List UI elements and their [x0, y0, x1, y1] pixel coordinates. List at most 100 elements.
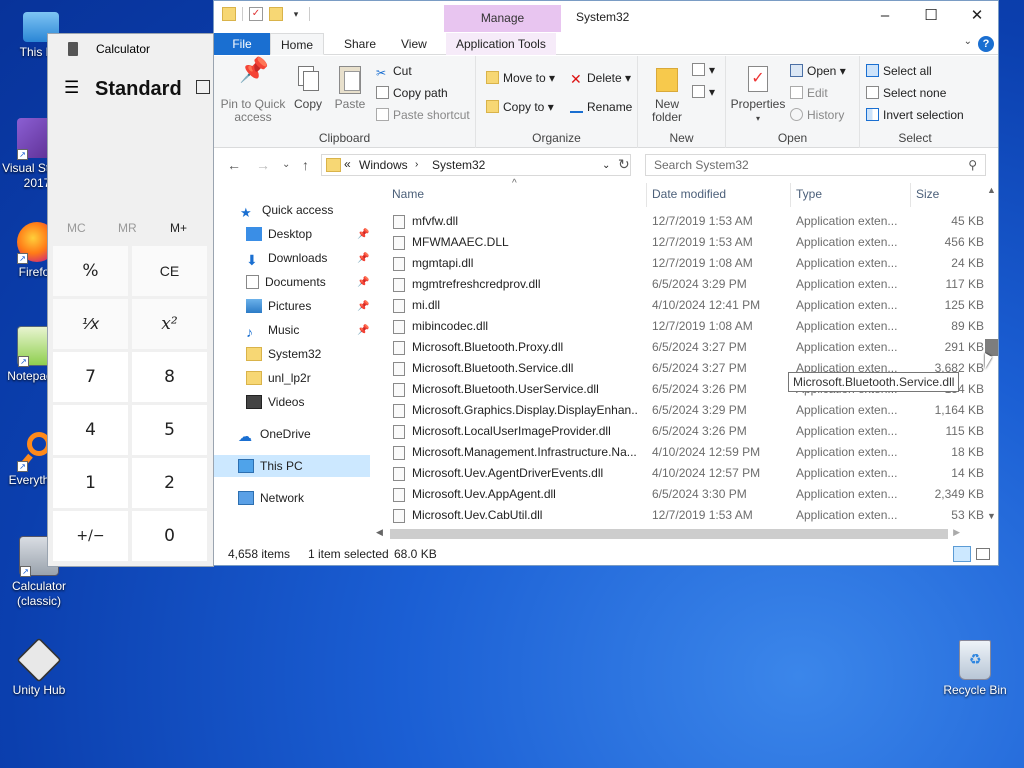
- column-separator[interactable]: [910, 183, 911, 207]
- horizontal-scrollbar[interactable]: ◀ ▶: [376, 527, 984, 541]
- manage-tab-group[interactable]: Manage: [444, 5, 561, 32]
- open-button[interactable]: Open ▾: [790, 63, 846, 79]
- new-folder-icon[interactable]: [269, 7, 283, 21]
- paste-shortcut-button[interactable]: Paste shortcut: [376, 107, 470, 123]
- move-to-button[interactable]: Move to ▾: [486, 70, 555, 86]
- file-row[interactable]: mi.dll 4/10/2024 12:41 PM Application exte…: [388, 295, 984, 316]
- nav-item-onedrive[interactable]: ☁ OneDrive: [238, 423, 311, 445]
- properties-icon[interactable]: ✓: [249, 7, 263, 21]
- details-view-icon[interactable]: [953, 546, 971, 562]
- copy-button[interactable]: Copy: [288, 64, 328, 111]
- file-row[interactable]: Microsoft.Uev.AgentDriverEvents.dll 4/10/…: [388, 463, 984, 484]
- nav-item-downloads[interactable]: ⬇ Downloads: [246, 247, 327, 269]
- history-button[interactable]: History: [790, 107, 844, 123]
- nav-item-unl-lp2r[interactable]: unl_lp2r: [246, 367, 311, 389]
- nav-item-videos[interactable]: Videos: [246, 391, 304, 413]
- address-dropdown-chevron-icon[interactable]: ⌄: [602, 160, 610, 171]
- chevron-down-icon[interactable]: ⌄: [964, 36, 972, 47]
- file-row[interactable]: mgmtapi.dll 12/7/2019 1:08 AM Application …: [388, 253, 984, 274]
- square-key[interactable]: x²: [132, 299, 207, 349]
- pin-icon[interactable]: 📌: [357, 277, 369, 288]
- tab-home[interactable]: Home: [270, 33, 324, 55]
- digit-8-key[interactable]: 8: [132, 352, 207, 402]
- file-row[interactable]: mfvfw.dll 12/7/2019 1:53 AM Application ex…: [388, 211, 984, 232]
- file-row[interactable]: Microsoft.Graphics.Display.DisplayEnhan.…: [388, 400, 984, 421]
- file-row[interactable]: mgmtrefreshcredprov.dll 6/5/2024 3:29 PM A…: [388, 274, 984, 295]
- nav-item-this-pc[interactable]: This PC: [214, 455, 370, 477]
- select-all-button[interactable]: Select all: [866, 63, 932, 79]
- pin-icon[interactable]: 📌: [357, 253, 369, 264]
- column-header-name[interactable]: Name: [392, 187, 424, 201]
- memory-recall-button[interactable]: MR: [118, 221, 137, 235]
- column-header-size[interactable]: Size: [916, 187, 939, 201]
- digit-5-key[interactable]: 5: [132, 405, 207, 455]
- tab-file[interactable]: File: [214, 33, 270, 55]
- file-row[interactable]: Microsoft.Management.Infrastructure.Na..…: [388, 442, 984, 463]
- cut-button[interactable]: ✂ Cut: [376, 63, 412, 80]
- breadcrumb-windows[interactable]: Windows: [359, 158, 408, 172]
- breadcrumb-system32[interactable]: System32: [432, 158, 485, 172]
- recent-locations-chevron-icon[interactable]: ⌄: [282, 159, 290, 170]
- nav-item-quick-access[interactable]: ★ Quick access: [240, 199, 333, 221]
- address-bar[interactable]: « Windows › System32 ⌄ ↻: [321, 154, 631, 176]
- nav-item-music[interactable]: ♪ Music: [246, 319, 299, 341]
- column-separator[interactable]: [646, 183, 647, 207]
- file-row[interactable]: Microsoft.Uev.AppAgent.dll 6/5/2024 3:30 …: [388, 484, 984, 505]
- scroll-left-arrow-icon[interactable]: ◀: [376, 527, 383, 538]
- percent-key[interactable]: %: [53, 246, 128, 296]
- copy-to-button[interactable]: Copy to ▾: [486, 99, 554, 115]
- digit-4-key[interactable]: 4: [53, 405, 128, 455]
- rename-button[interactable]: Rename: [570, 99, 632, 115]
- maximize-button[interactable]: ☐: [908, 1, 954, 31]
- close-button[interactable]: ✕: [954, 1, 1000, 31]
- new-folder-button[interactable]: New folder: [644, 64, 690, 124]
- digit-1-key[interactable]: 1: [53, 458, 128, 508]
- properties-button[interactable]: ✓ Properties ▾: [730, 64, 786, 125]
- select-none-button[interactable]: Select none: [866, 85, 946, 101]
- file-row[interactable]: Microsoft.Bluetooth.Proxy.dll 6/5/2024 3:…: [388, 337, 984, 358]
- help-icon[interactable]: ?: [978, 36, 994, 52]
- nav-item-network[interactable]: Network: [238, 487, 304, 509]
- nav-item-pictures[interactable]: Pictures: [246, 295, 311, 317]
- reciprocal-key[interactable]: ¹⁄x: [53, 299, 128, 349]
- digit-2-key[interactable]: 2: [132, 458, 207, 508]
- negate-key[interactable]: +/−: [53, 511, 128, 561]
- desktop-icon-unity-hub[interactable]: Unity Hub: [2, 637, 76, 698]
- refresh-icon[interactable]: ↻: [618, 156, 630, 173]
- edit-button[interactable]: Edit: [790, 85, 828, 101]
- file-row[interactable]: Microsoft.LocalUserImageProvider.dll 6/5/…: [388, 421, 984, 442]
- desktop-icon-recycle-bin[interactable]: ♻ Recycle Bin: [938, 640, 1012, 698]
- scroll-right-arrow-icon[interactable]: ▶: [953, 527, 960, 538]
- memory-clear-button[interactable]: MC: [67, 221, 86, 235]
- nav-item-desktop[interactable]: Desktop: [246, 223, 312, 245]
- digit-0-key[interactable]: 0: [132, 511, 207, 561]
- tab-view[interactable]: View: [391, 33, 437, 55]
- customize-toolbar-icon[interactable]: ▾: [289, 7, 303, 21]
- new-item-button[interactable]: ▾: [692, 62, 715, 78]
- folder-icon[interactable]: [222, 7, 236, 21]
- delete-button[interactable]: ✕ Delete ▾: [570, 70, 631, 86]
- file-row[interactable]: MFWMAAEC.DLL 12/7/2019 1:53 AM Application…: [388, 232, 984, 253]
- pin-to-quick-access-button[interactable]: 📌 Pin to Quick access: [220, 59, 286, 124]
- up-arrow-icon[interactable]: ↑: [302, 157, 309, 173]
- forward-arrow-icon[interactable]: →: [256, 157, 270, 173]
- pin-icon[interactable]: 📌: [357, 325, 369, 336]
- search-input[interactable]: Search System32 ⚲: [645, 154, 986, 176]
- nav-item-system32[interactable]: System32: [246, 343, 321, 365]
- column-header-date-modified[interactable]: Date modified: [652, 187, 726, 201]
- clear-entry-key[interactable]: CE: [132, 246, 207, 296]
- breadcrumb-overflow[interactable]: «: [344, 157, 351, 171]
- hamburger-menu-icon[interactable]: ☰: [64, 78, 79, 98]
- pin-icon[interactable]: 📌: [357, 301, 369, 312]
- invert-selection-button[interactable]: Invert selection: [866, 107, 964, 123]
- memory-add-button[interactable]: M+: [170, 221, 187, 235]
- easy-access-button[interactable]: ▾: [692, 84, 715, 100]
- digit-7-key[interactable]: 7: [53, 352, 128, 402]
- horizontal-scrollbar-thumb[interactable]: [390, 529, 948, 539]
- file-row[interactable]: Microsoft.Uev.CabUtil.dll 12/7/2019 1:53 …: [388, 505, 984, 526]
- paste-button[interactable]: Paste: [330, 64, 370, 111]
- breadcrumb-separator-icon[interactable]: ›: [415, 159, 418, 170]
- tab-share[interactable]: Share: [334, 33, 386, 55]
- copy-path-button[interactable]: Copy path: [376, 85, 448, 101]
- back-arrow-icon[interactable]: ←: [227, 157, 241, 173]
